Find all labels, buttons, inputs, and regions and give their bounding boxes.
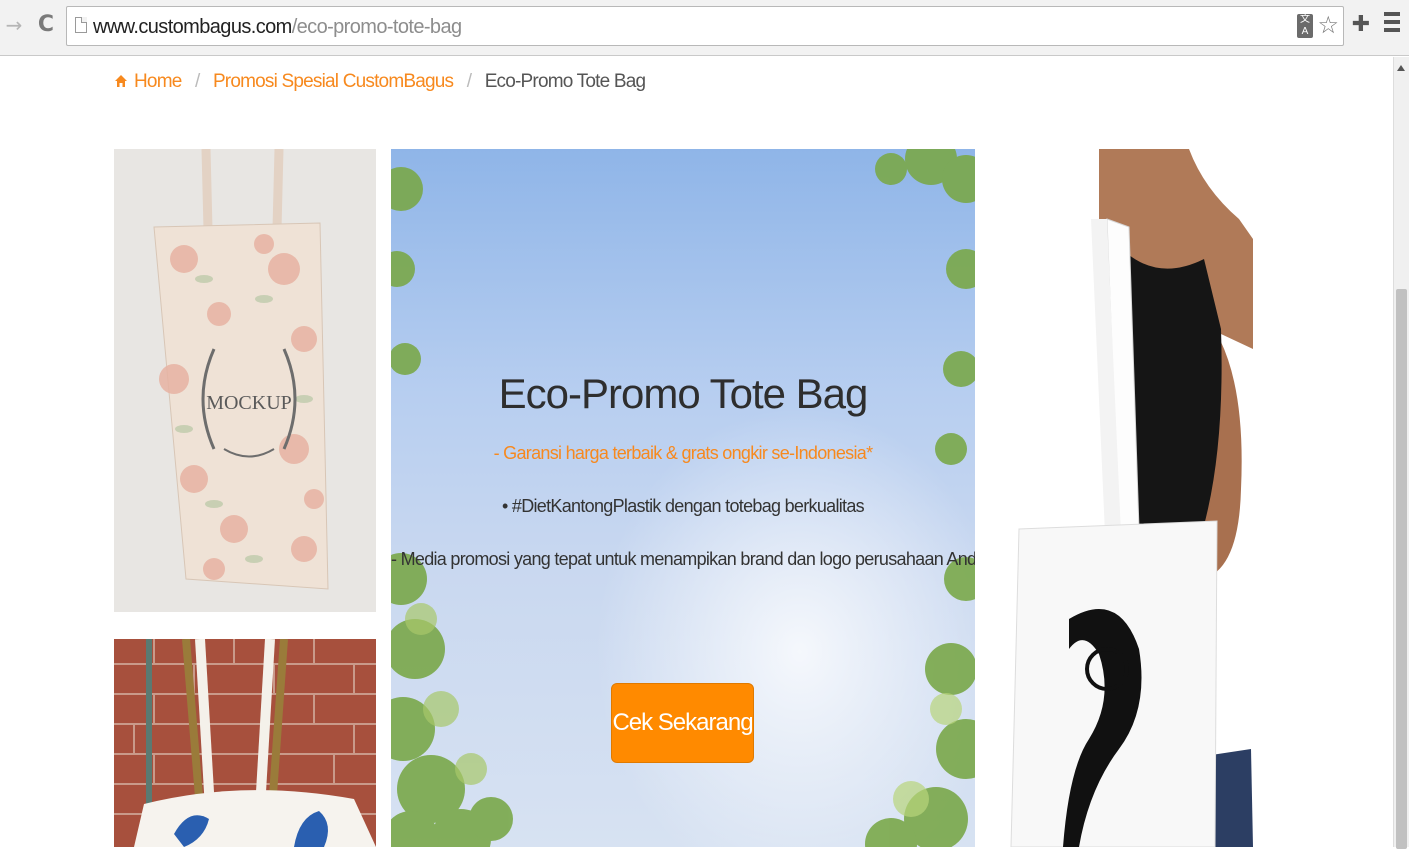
woman-with-tote-image[interactable] <box>989 149 1253 847</box>
woman-tote-illustration <box>989 149 1253 847</box>
breadcrumb-home-link[interactable]: Home <box>114 71 186 92</box>
translate-icon[interactable]: 文A <box>1297 14 1313 38</box>
hero-diet-plastic-text: • #DietKantongPlastik dengan totebag ber… <box>502 496 865 516</box>
star-icon[interactable]: ☆ <box>1317 12 1339 38</box>
breadcrumb-separator: / <box>194 71 200 92</box>
mockup-text: MOCKUP <box>206 392 292 414</box>
breadcrumb-separator: / <box>466 71 472 92</box>
hero-promo-media-text: - Media promosi yang tepat untuk menampi… <box>391 549 975 569</box>
address-bar[interactable]: www.custombagus.com/eco-promo-tote-bag 文… <box>66 6 1344 46</box>
breadcrumb-current: Eco-Promo Tote Bag <box>484 71 646 92</box>
page-icon <box>75 17 87 33</box>
browser-toolbar: → C www.custombagus.com/eco-promo-tote-b… <box>0 0 1409 56</box>
url-text[interactable]: www.custombagus.com/eco-promo-tote-bag <box>93 16 462 38</box>
forward-arrow-icon[interactable]: → <box>4 12 24 38</box>
floral-tote-bag-image[interactable]: MOCKUP <box>114 149 376 612</box>
hero-guarantee-text: - Garansi harga terbaik & grats ongkir s… <box>493 443 874 463</box>
scroll-up-arrow-icon[interactable] <box>1397 65 1405 71</box>
scrollbar-thumb[interactable] <box>1396 289 1407 849</box>
url-path: /eco-promo-tote-bag <box>291 16 462 38</box>
url-host: www.custombagus.com <box>93 16 292 38</box>
hero-title: Eco-Promo Tote Bag <box>498 370 869 417</box>
menu-icon[interactable] <box>1384 12 1400 34</box>
breadcrumb-promo-link[interactable]: Promosi Spesial CustomBagus <box>213 71 454 92</box>
breadcrumb: Home / Promosi Spesial CustomBagus / Eco… <box>114 68 646 96</box>
butterfly-tote-bag-image[interactable] <box>114 639 376 847</box>
hero-banner: Eco-Promo Tote Bag - Garansi harga terba… <box>391 149 975 847</box>
breadcrumb-home-label: Home <box>134 71 182 92</box>
cek-sekarang-button[interactable]: Cek Sekarang <box>611 683 754 763</box>
home-icon <box>115 75 127 87</box>
reload-icon[interactable]: C <box>36 12 56 38</box>
page-scrollbar[interactable] <box>1393 57 1409 849</box>
floral-tote-illustration: MOCKUP <box>114 149 376 612</box>
puzzle-icon[interactable]: ✚ <box>1350 10 1372 40</box>
brick-wall-tote-illustration <box>114 639 376 847</box>
